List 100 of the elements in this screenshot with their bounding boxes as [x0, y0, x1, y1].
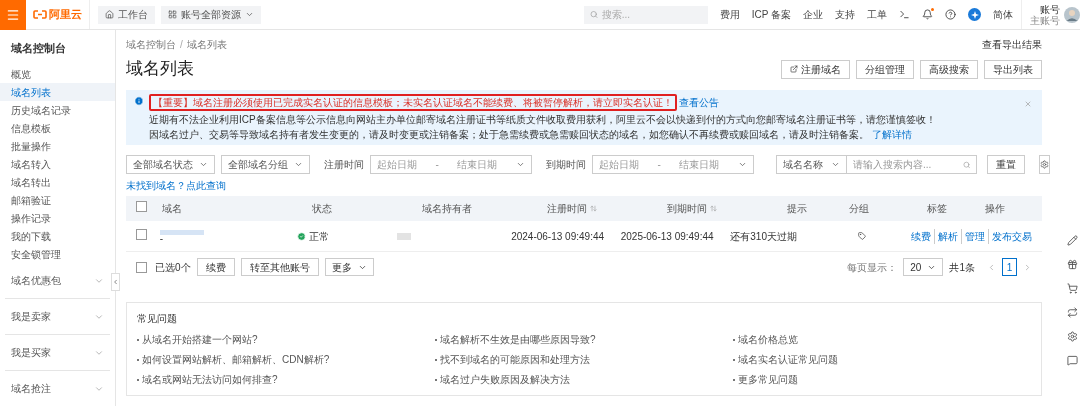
home-icon [105, 10, 114, 19]
workbench-button[interactable]: 工作台 [98, 5, 155, 24]
notification-button[interactable] [922, 9, 933, 20]
language-link[interactable]: 简体 [993, 7, 1013, 22]
row-action-link[interactable]: 管理 [965, 228, 985, 244]
announcement-link[interactable]: 查看公告 [679, 96, 719, 109]
nav-link[interactable]: ICP 备案 [751, 7, 791, 22]
learn-more-link[interactable]: 了解详情 [872, 128, 912, 141]
help-icon[interactable] [945, 9, 956, 20]
faq-link[interactable]: 域名价格总览 [733, 332, 798, 347]
assistant-icon[interactable] [968, 8, 981, 21]
sidebar-group[interactable]: 我是卖家 [5, 299, 110, 334]
faq-link[interactable]: 从域名开始搭建一个网站? [137, 332, 258, 347]
sort-icon[interactable] [590, 205, 597, 212]
more-dropdown[interactable]: 更多 [324, 258, 374, 276]
search-field[interactable]: 请输入搜索内容... [853, 157, 963, 172]
close-icon[interactable] [1024, 100, 1032, 108]
breadcrumb-link[interactable]: 域名控制台 [126, 36, 176, 52]
reset-button[interactable]: 重置 [987, 155, 1025, 174]
sidebar-item[interactable]: 概览 [0, 65, 115, 83]
nav-link[interactable]: 企业 [803, 7, 823, 22]
checkbox[interactable] [136, 201, 147, 212]
tag-icon[interactable] [858, 232, 867, 240]
batch-button[interactable]: 续费 [196, 258, 235, 276]
resources-dropdown[interactable]: 账号全部资源 [161, 5, 261, 24]
table-cell-text: 2024-06-13 09:49:44 [511, 229, 606, 244]
sidebar-item[interactable]: 域名转入 [0, 155, 115, 173]
next-page-icon[interactable] [1023, 262, 1032, 272]
toolbar-button[interactable]: 分组管理 [856, 59, 914, 79]
cart-icon[interactable] [1066, 283, 1078, 294]
faq-link[interactable]: 域名过户失败原因及解决方法 [435, 372, 570, 387]
column-header: 注册时间 [547, 202, 587, 216]
sidebar-item[interactable]: 域名列表 [0, 83, 115, 101]
menu-icon [6, 7, 20, 22]
faq-link[interactable]: 域名解析不生效是由哪些原因导致? [435, 332, 596, 347]
filter-label: 到期时间 [546, 158, 586, 172]
column-header: 操作 [985, 202, 1005, 216]
sidebar-title: 域名控制台 [10, 41, 67, 57]
grid-icon [168, 10, 177, 19]
search-field[interactable]: 搜索... [601, 7, 702, 22]
filter-dropdown[interactable]: 全部域名分组 [221, 155, 310, 174]
checkbox[interactable] [136, 261, 147, 273]
faq-link[interactable]: 域名实名认证常见问题 [733, 352, 838, 367]
previous-page-icon[interactable] [987, 262, 996, 272]
filter-dropdown[interactable]: 全部域名状态 [126, 155, 215, 174]
caret-icon [831, 160, 840, 169]
not-found-link[interactable]: 未找到域名？点此查询 [126, 178, 226, 193]
sidebar-item[interactable]: 批量操作 [0, 137, 115, 155]
sidebar-item[interactable]: 历史域名记录 [0, 101, 115, 119]
toolbar-button[interactable]: 导出列表 [984, 59, 1042, 79]
menu-button[interactable] [0, 0, 26, 30]
toolbar-button[interactable]: 高级搜索 [920, 59, 978, 79]
sidebar-item[interactable]: 安全锁管理 [0, 245, 115, 263]
page-button[interactable]: 1 [1002, 258, 1017, 276]
nav-link[interactable]: 费用 [719, 7, 740, 22]
page-size-dropdown[interactable]: 20 [903, 258, 944, 276]
column-header: 分组 [849, 202, 869, 216]
status-text: 正常 [308, 229, 329, 244]
faq-link[interactable]: 更多常见问题 [733, 372, 798, 387]
chevron-left-icon [112, 278, 119, 286]
chat-icon[interactable] [1066, 355, 1078, 366]
sidebar-item[interactable]: 操作记录 [0, 209, 115, 227]
search-icon [589, 10, 598, 19]
account-role: 主账号 [1030, 14, 1060, 26]
sidebar-item[interactable]: 域名转出 [0, 173, 115, 191]
field-dropdown[interactable]: 域名名称 [776, 155, 847, 174]
nav-link[interactable]: 工单 [867, 7, 887, 22]
sidebar-item[interactable]: 邮箱验证 [0, 191, 115, 209]
batch-button[interactable]: 转至其他账号 [240, 258, 319, 276]
faq-link[interactable]: 如何设置网站解析、邮箱解析、CDN解析? [137, 352, 330, 367]
search-box[interactable]: 搜索... [583, 5, 708, 24]
sidebar-group[interactable]: 我是买家 [5, 335, 110, 370]
row-action-link[interactable]: 续费 [911, 228, 931, 244]
sidebar-group[interactable]: 域名优惠包 [5, 263, 110, 298]
sort-icon[interactable] [710, 205, 717, 212]
gift-icon[interactable] [1066, 259, 1078, 270]
page-size-label: 每页显示： [847, 260, 898, 275]
terminal-icon[interactable] [899, 9, 910, 20]
sidebar-group[interactable]: 域名抢注 [5, 371, 110, 406]
caret-icon [294, 160, 303, 169]
blurred-text [159, 229, 204, 235]
search-box[interactable]: 请输入搜索内容... [847, 155, 977, 174]
row-action-link[interactable]: 发布交易 [992, 228, 1032, 244]
export-results-link[interactable]: 查看导出结果 [982, 36, 1042, 52]
settings-button[interactable] [1039, 155, 1050, 174]
sidebar-item[interactable]: 我的下载 [0, 227, 115, 245]
settings-icon[interactable] [1066, 331, 1078, 342]
sidebar-item[interactable]: 信息模板 [0, 119, 115, 137]
total-count: 共1条 [949, 260, 975, 275]
nav-link[interactable]: 支持 [835, 7, 855, 22]
important-notice: 【重要】域名注册必须使用已完成实名认证的信息模板；未实名认证域名不能续费、将被暂停解析，请立即实名认证！ [149, 94, 677, 111]
row-action-link[interactable]: 解析 [938, 228, 958, 244]
column-header: 域名 [162, 202, 182, 216]
swap-icon[interactable] [1066, 307, 1078, 318]
faq-link[interactable]: 找不到域名的可能原因和处理方法 [435, 352, 590, 367]
toolbar-button[interactable]: 注册域名 [781, 59, 850, 79]
checkbox[interactable] [136, 228, 147, 240]
edit-icon[interactable] [1066, 235, 1078, 246]
faq-link[interactable]: 域名或网站无法访问如何排查? [137, 372, 278, 387]
collapse-button[interactable] [111, 273, 120, 291]
